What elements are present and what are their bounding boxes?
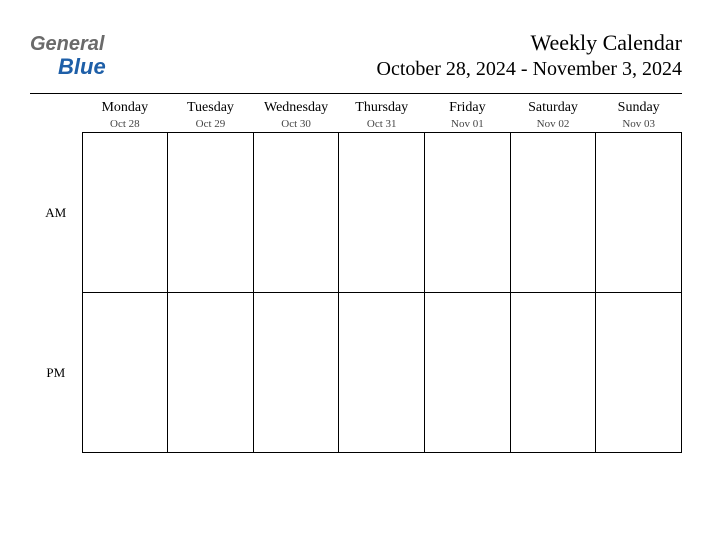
calendar-cell: [253, 133, 339, 293]
day-date: Oct 28: [82, 118, 168, 130]
calendar-cell: [253, 293, 339, 453]
day-date: Nov 02: [510, 118, 596, 130]
page-title: Weekly Calendar: [377, 30, 683, 56]
calendar-cell: [425, 293, 511, 453]
logo-text-general: General: [30, 33, 104, 55]
logo-text-blue: Blue: [58, 55, 106, 78]
day-header: Friday Nov 01: [425, 94, 511, 133]
day-name: Thursday: [339, 100, 425, 116]
day-date: Oct 30: [253, 118, 339, 130]
header: General Blue Weekly Calendar October 28,…: [30, 30, 682, 81]
calendar: Monday Oct 28 Tuesday Oct 29 Wednesday O…: [30, 93, 682, 453]
day-header: Thursday Oct 31: [339, 94, 425, 133]
calendar-cell: [596, 133, 682, 293]
calendar-row-pm: PM: [30, 293, 682, 453]
day-date: Nov 03: [596, 118, 682, 130]
day-header: Wednesday Oct 30: [253, 94, 339, 133]
day-name: Monday: [82, 100, 168, 116]
day-header: Tuesday Oct 29: [168, 94, 254, 133]
calendar-cell: [168, 293, 254, 453]
calendar-cell: [425, 133, 511, 293]
day-header: Sunday Nov 03: [596, 94, 682, 133]
calendar-header-row: Monday Oct 28 Tuesday Oct 29 Wednesday O…: [30, 94, 682, 133]
day-name: Friday: [425, 100, 511, 116]
day-date: Oct 29: [168, 118, 254, 130]
calendar-cell: [82, 293, 168, 453]
calendar-row-am: AM: [30, 133, 682, 293]
day-name: Tuesday: [168, 100, 254, 116]
day-header: Monday Oct 28: [82, 94, 168, 133]
calendar-cell: [596, 293, 682, 453]
date-range: October 28, 2024 - November 3, 2024: [377, 58, 683, 81]
day-name: Saturday: [510, 100, 596, 116]
calendar-cell: [510, 133, 596, 293]
day-date: Nov 01: [425, 118, 511, 130]
day-header: Saturday Nov 02: [510, 94, 596, 133]
row-label-pm: PM: [30, 293, 82, 453]
title-block: Weekly Calendar October 28, 2024 - Novem…: [377, 30, 683, 81]
day-date: Oct 31: [339, 118, 425, 130]
calendar-cell: [339, 293, 425, 453]
calendar-cell: [82, 133, 168, 293]
day-name: Wednesday: [253, 100, 339, 116]
day-name: Sunday: [596, 100, 682, 116]
calendar-cell: [339, 133, 425, 293]
calendar-cell: [510, 293, 596, 453]
row-label-am: AM: [30, 133, 82, 293]
calendar-table: Monday Oct 28 Tuesday Oct 29 Wednesday O…: [30, 93, 682, 453]
calendar-cell: [168, 133, 254, 293]
header-spacer: [30, 94, 82, 133]
logo: General Blue: [30, 30, 106, 78]
